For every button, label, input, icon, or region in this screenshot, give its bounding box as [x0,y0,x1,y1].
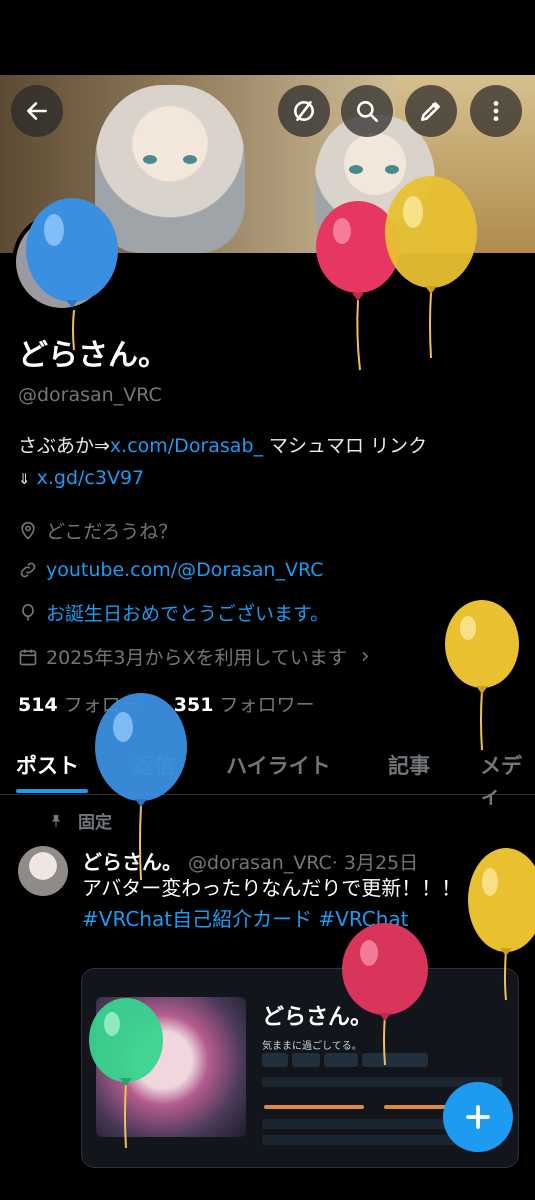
pin-icon [52,814,60,827]
active-tab-indicator [16,789,88,793]
profile-website[interactable]: youtube.com/@Dorasan_VRC [18,559,324,581]
edit-icon [421,102,440,121]
banner-eye [143,155,157,164]
balloon-icon [385,176,477,359]
balloon-icon [95,693,187,881]
balloon-pink [341,923,431,1069]
link-icon [20,562,36,578]
balloon-icon [89,998,163,1149]
tab-media[interactable]: メディ [480,750,535,810]
bio-arrow: ⇓ [18,470,31,488]
followers-label: フォロワー [219,694,315,716]
post-author-avatar[interactable] [18,846,68,896]
bio-link-subaccount[interactable]: x.com/Dorasab_ [110,435,263,457]
followers-link[interactable]: 351 フォロワー [174,694,315,716]
bio-link-marshmallow[interactable]: x.gd/c3V97 [37,467,145,489]
profile-bio: さぶあか⇒x.com/Dorasab_ マシュマロ リンク ⇓ x.gd/c3V… [18,430,528,495]
location-pin-icon [21,521,35,540]
card-chip [262,1053,288,1067]
balloon-green [88,998,166,1152]
location-text: どこだろうね？ [46,521,178,543]
card-bar [264,1105,364,1109]
compose-button[interactable] [443,1082,513,1152]
balloon-yellow [468,848,535,1004]
search-icon [357,101,379,123]
hide-button[interactable] [278,85,330,137]
calendar-icon [19,649,37,665]
post-author-handle[interactable]: @dorasan_VRC [188,852,332,874]
birthday-text[interactable]: お誕生日おめでとうございます。 [46,599,329,626]
chevron-right-icon: › [360,644,370,669]
profile-joined[interactable]: 2025年3月からXを利用しています › [18,643,370,670]
following-count: 514 [18,694,58,716]
more-vertical-icon [493,101,499,121]
tab-posts[interactable]: ポスト [16,750,79,780]
edit-button[interactable] [405,85,457,137]
bio-text: さぶあか⇒ [18,435,110,457]
joined-text: 2025年3月からXを利用しています [46,647,347,669]
search-button[interactable] [341,85,393,137]
card-chip [292,1053,320,1067]
banner-eye [385,165,399,174]
banner-eye [349,165,363,174]
balloon-icon [342,923,428,1066]
balloon-icon [445,600,519,751]
bio-text-2: マシュマロ リンク [263,435,428,457]
tab-highlights[interactable]: ハイライト [226,750,331,780]
post-date[interactable]: · 3月25日 [332,852,418,874]
balloon-yellow [444,600,524,756]
profile-birthday[interactable]: お誕生日おめでとうございます。 [18,599,329,626]
back-arrow-icon [27,102,47,120]
back-button[interactable] [11,85,63,137]
balloon-yellow [385,176,480,362]
website-link[interactable]: youtube.com/@Dorasan_VRC [46,559,324,581]
profile-handle: @dorasan_VRC [18,384,162,406]
profile-location: どこだろうね？ [18,517,177,544]
plus-icon [466,1105,490,1129]
banner-eye [183,155,197,164]
more-button[interactable] [470,85,522,137]
eye-slash-icon [294,101,314,121]
balloon-blue [24,198,124,354]
balloon-blue [95,693,190,884]
tab-articles[interactable]: 記事 [388,750,430,780]
balloon-icon [26,198,118,351]
balloon-icon [22,603,34,620]
balloon-icon [468,848,535,1001]
